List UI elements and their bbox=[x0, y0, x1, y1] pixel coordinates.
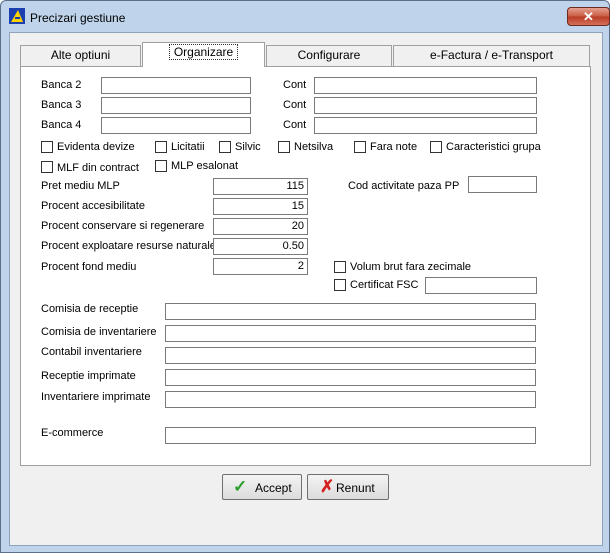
conservare-label: Procent conservare si regenerare bbox=[41, 220, 205, 232]
mlf-contract-label[interactable]: MLF din contract bbox=[57, 162, 139, 174]
banca-2-input[interactable] bbox=[101, 77, 251, 94]
cont-2-label: Cont bbox=[283, 79, 307, 91]
inventariere-imprimate-label: Inventariere imprimate bbox=[41, 391, 151, 403]
exploatare-label: Procent exploatare resurse naturale bbox=[41, 240, 216, 252]
dialog-window: Precizari gestiune ✕ Alte optiuni Organi… bbox=[0, 0, 610, 553]
mlf-contract-checkbox[interactable] bbox=[41, 161, 53, 173]
tab-e-factura[interactable]: e-Factura / e-Transport bbox=[393, 45, 590, 66]
mlp-esalonat-checkbox[interactable] bbox=[155, 160, 167, 172]
check-icon: ✓ bbox=[233, 477, 248, 496]
accesibilitate-input[interactable]: 15 bbox=[213, 198, 308, 215]
banca-2-label: Banca 2 bbox=[41, 79, 82, 91]
ecommerce-input[interactable] bbox=[165, 427, 536, 444]
cod-activitate-label: Cod activitate paza PP bbox=[348, 180, 460, 192]
tab-label: Organizare bbox=[168, 44, 239, 60]
tab-label: Configurare bbox=[297, 48, 361, 62]
certificat-fsc-input[interactable] bbox=[425, 277, 537, 294]
fara-note-label[interactable]: Fara note bbox=[370, 141, 417, 153]
evidenta-devize-label[interactable]: Evidenta devize bbox=[57, 141, 135, 153]
caracteristici-grupa-label[interactable]: Caracteristici grupa bbox=[446, 141, 541, 153]
cod-activitate-input[interactable] bbox=[468, 176, 537, 193]
banca-3-label: Banca 3 bbox=[41, 99, 82, 111]
renunt-button[interactable]: ✗ Renunt bbox=[307, 474, 389, 500]
licitatii-label[interactable]: Licitatii bbox=[171, 141, 205, 153]
tab-label: Alte optiuni bbox=[50, 48, 111, 62]
comisia-inventariere-label: Comisia de inventariere bbox=[41, 326, 157, 338]
cont-4-input[interactable] bbox=[314, 117, 537, 134]
close-icon: ✕ bbox=[583, 9, 594, 24]
contabil-inventariere-label: Contabil inventariere bbox=[41, 346, 142, 358]
title-bar[interactable]: Precizari gestiune ✕ bbox=[1, 1, 610, 31]
comisia-inventariere-input[interactable] bbox=[165, 325, 536, 342]
exploatare-input[interactable]: 0.50 bbox=[213, 238, 308, 255]
tab-strip: Alte optiuni Organizare Configurare e-Fa… bbox=[20, 42, 590, 67]
caracteristici-grupa-checkbox[interactable] bbox=[430, 141, 442, 153]
app-icon bbox=[9, 8, 25, 24]
x-icon: ✗ bbox=[320, 477, 335, 496]
volum-brut-label[interactable]: Volum brut fara zecimale bbox=[350, 261, 471, 273]
evidenta-devize-checkbox[interactable] bbox=[41, 141, 53, 153]
banca-3-input[interactable] bbox=[101, 97, 251, 114]
accesibilitate-label: Procent accesibilitate bbox=[41, 200, 145, 212]
dialog-body: Alte optiuni Organizare Configurare e-Fa… bbox=[9, 32, 603, 546]
renunt-label: Renunt bbox=[336, 481, 375, 495]
accept-label: Accept bbox=[255, 481, 292, 495]
contabil-inventariere-input[interactable] bbox=[165, 347, 536, 364]
cont-3-label: Cont bbox=[283, 99, 307, 111]
tab-configurare[interactable]: Configurare bbox=[266, 45, 392, 66]
receptie-imprimate-input[interactable] bbox=[165, 369, 536, 386]
banca-4-label: Banca 4 bbox=[41, 119, 82, 131]
netsilva-checkbox[interactable] bbox=[278, 141, 290, 153]
banca-4-input[interactable] bbox=[101, 117, 251, 134]
netsilva-label[interactable]: Netsilva bbox=[294, 141, 333, 153]
comisia-receptie-input[interactable] bbox=[165, 303, 536, 320]
fond-mediu-label: Procent fond mediu bbox=[41, 261, 137, 273]
pret-mediu-label: Pret mediu MLP bbox=[41, 180, 120, 192]
licitatii-checkbox[interactable] bbox=[155, 141, 167, 153]
tab-label: e-Factura / e-Transport bbox=[430, 48, 553, 62]
mlp-esalonat-label[interactable]: MLP esalonat bbox=[171, 160, 238, 172]
cont-2-input[interactable] bbox=[314, 77, 537, 94]
tab-organizare[interactable]: Organizare bbox=[142, 42, 265, 67]
tab-page-organizare: Banca 2 Cont Banca 3 Cont Banca 4 Cont E… bbox=[20, 66, 591, 466]
close-button[interactable]: ✕ bbox=[567, 7, 610, 26]
silvic-label[interactable]: Silvic bbox=[235, 141, 261, 153]
fond-mediu-input[interactable]: 2 bbox=[213, 258, 308, 275]
tab-alte-optiuni[interactable]: Alte optiuni bbox=[20, 45, 141, 66]
fara-note-checkbox[interactable] bbox=[354, 141, 366, 153]
ecommerce-label: E-commerce bbox=[41, 427, 104, 439]
volum-brut-checkbox[interactable] bbox=[334, 261, 346, 273]
comisia-receptie-label: Comisia de receptie bbox=[41, 303, 139, 315]
certificat-fsc-label[interactable]: Certificat FSC bbox=[350, 279, 418, 291]
cont-3-input[interactable] bbox=[314, 97, 537, 114]
receptie-imprimate-label: Receptie imprimate bbox=[41, 370, 136, 382]
inventariere-imprimate-input[interactable] bbox=[165, 391, 536, 408]
accept-button[interactable]: ✓ Accept bbox=[222, 474, 302, 500]
certificat-fsc-checkbox[interactable] bbox=[334, 279, 346, 291]
window-title: Precizari gestiune bbox=[30, 11, 126, 25]
pret-mediu-input[interactable]: 115 bbox=[213, 178, 308, 195]
silvic-checkbox[interactable] bbox=[219, 141, 231, 153]
cont-4-label: Cont bbox=[283, 119, 307, 131]
conservare-input[interactable]: 20 bbox=[213, 218, 308, 235]
